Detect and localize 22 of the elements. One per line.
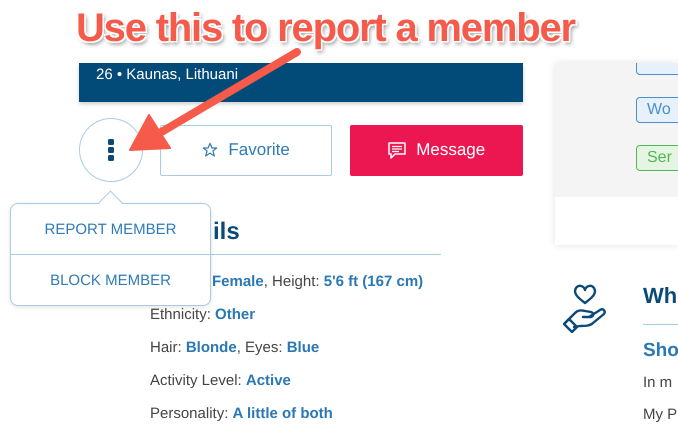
message-button[interactable]: Message <box>350 124 523 176</box>
dots-icon <box>106 139 115 161</box>
detail-text: Hair: Blonde, Eyes: Blue <box>150 338 320 358</box>
tag: Ser <box>636 145 678 171</box>
tag: Wo <box>636 97 678 123</box>
section-heading: ils <box>213 218 241 246</box>
location-text: 26 • Kaunas, Lithuani <box>96 66 240 83</box>
annotation-text: Use this to report a member <box>76 6 575 51</box>
chat-icon <box>388 142 406 158</box>
detail-text: Female, Height: 5'6 ft (167 cm) <box>212 272 424 292</box>
detail-text: Activity Level: Active <box>150 371 292 391</box>
detail-text: Ethnicity: Other <box>150 305 256 325</box>
detail-text: Personality: A little of both <box>150 404 334 424</box>
section-heading: Wh <box>643 282 678 310</box>
favorite-button[interactable]: Favorite <box>160 124 332 176</box>
subheading: Sho <box>643 339 678 363</box>
body-text: My P <box>643 405 678 425</box>
star-icon <box>202 142 218 158</box>
hand-heart-icon <box>563 283 609 333</box>
menu-item[interactable]: BLOCK MEMBER <box>11 255 210 305</box>
body-text: In m <box>643 373 674 393</box>
menu-item[interactable]: REPORT MEMBER <box>11 204 210 254</box>
